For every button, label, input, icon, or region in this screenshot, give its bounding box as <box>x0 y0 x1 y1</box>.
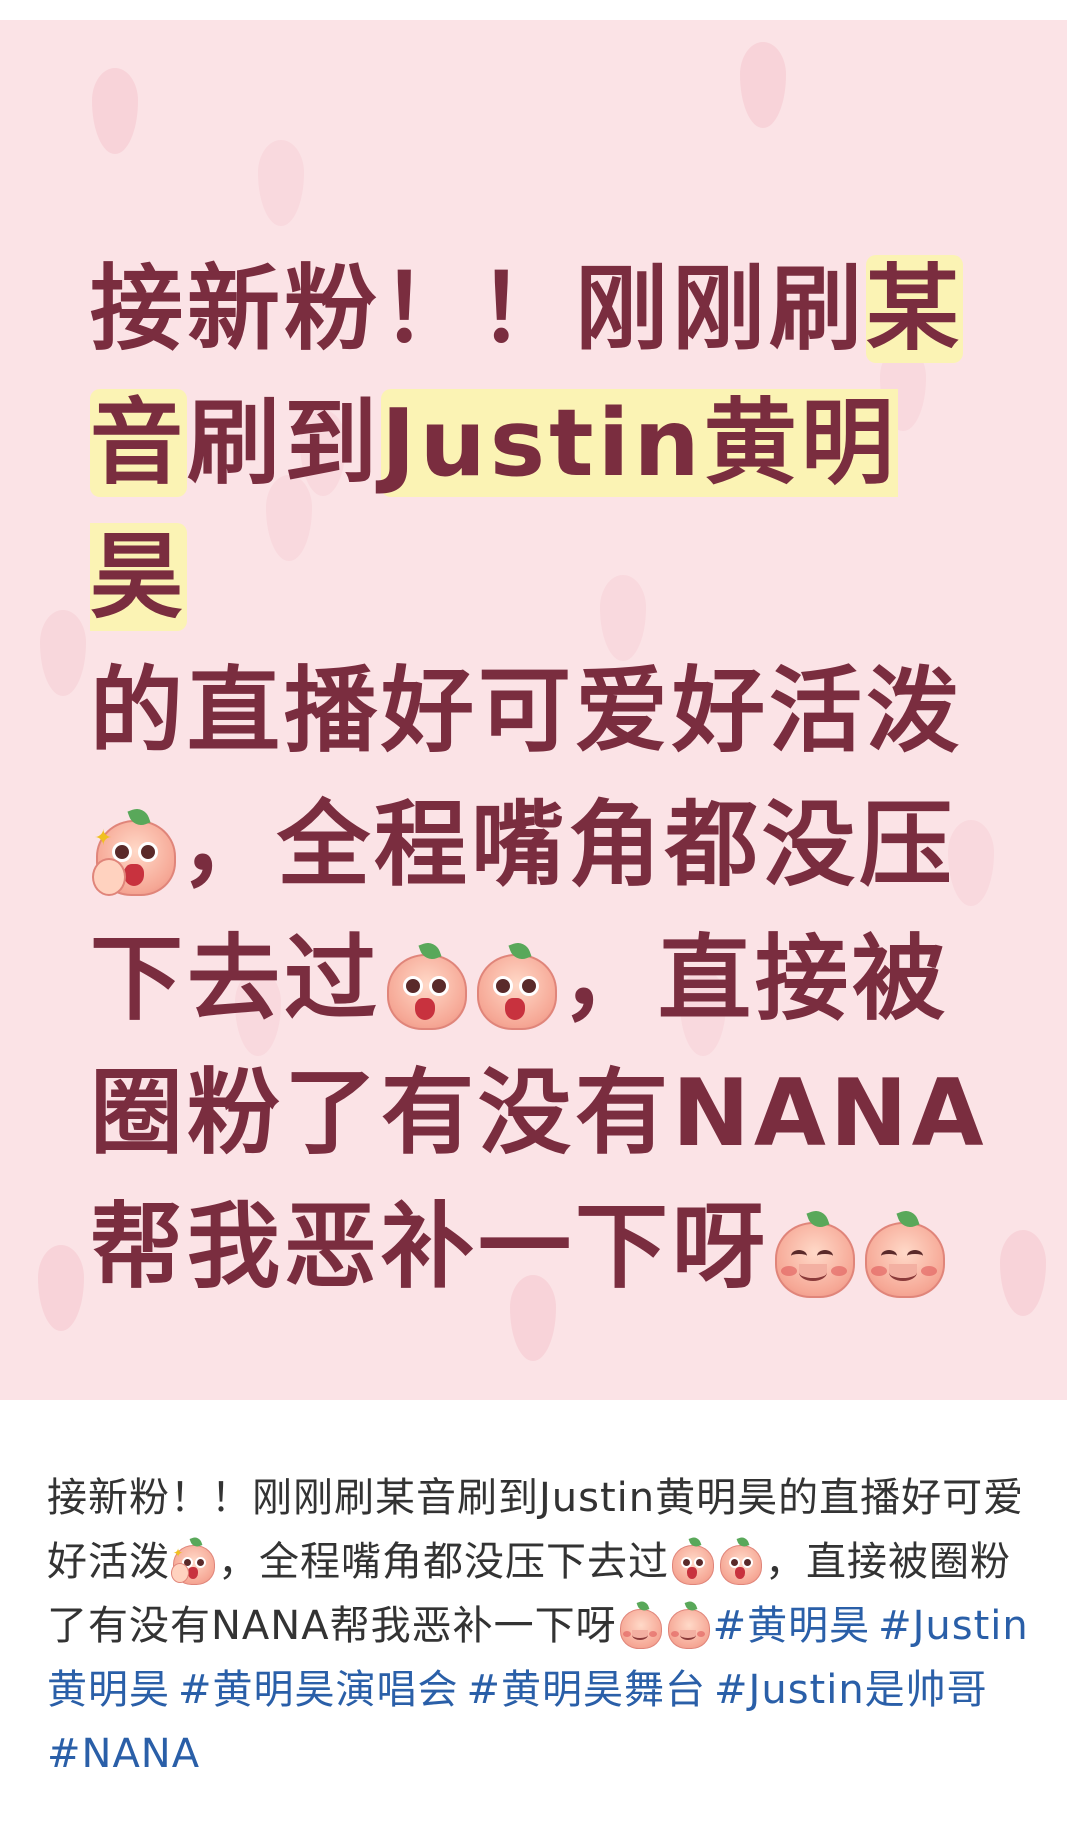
poster-line5a-text: 下去过 <box>90 925 381 1033</box>
top-strip <box>0 0 1079 20</box>
poster-line1-text: 接新粉！！刚刚刷 <box>90 255 866 363</box>
post-caption: 接新粉！！刚刚刷某音刷到Justin黄明昊的直播好可爱好活泼 ✦ ，全程嘴角都没压下… <box>47 1466 1032 1786</box>
drop-decoration <box>92 68 138 154</box>
peach-happy-emoji-icon <box>618 1599 664 1649</box>
peach-shocked-emoji-icon <box>718 1535 764 1585</box>
poster-line: ✦ ，全程嘴角都没压 <box>90 778 990 912</box>
poster-highlight: 音 <box>90 389 187 497</box>
poster-line5b-text: ，直接被 <box>561 925 949 1033</box>
poster-text: 接新粉！！刚刚刷某 音刷到Justin黄明昊 的直播好可爱好活泼 ✦ ，全程嘴角都… <box>90 242 990 1314</box>
drop-decoration <box>40 610 86 696</box>
peach-happy-emoji-icon <box>666 1599 712 1649</box>
poster-line: 帮我恶补一下呀 <box>90 1180 990 1314</box>
drop-decoration <box>1000 1230 1046 1316</box>
peach-shocked-emoji-icon <box>473 939 559 1030</box>
hashtag-link[interactable]: #Justin是帅哥 <box>714 1667 988 1713</box>
poster-line: 下去过 ，直接被 <box>90 912 990 1046</box>
poster-line4-text: ，全程嘴角都没压 <box>180 791 956 899</box>
hashtag-link[interactable]: #黄明昊舞台 <box>467 1667 707 1713</box>
post-image[interactable]: 接新粉！！刚刚刷某 音刷到Justin黄明昊 的直播好可爱好活泼 ✦ ，全程嘴角都… <box>0 20 1067 1400</box>
drop-decoration <box>258 140 304 226</box>
peach-happy-emoji-icon <box>771 1207 857 1298</box>
peach-cool-emoji-icon: ✦ <box>171 1535 217 1585</box>
caption-text: ，全程嘴角都没压下去过 <box>218 1539 669 1585</box>
drop-decoration <box>38 1245 84 1331</box>
peach-happy-emoji-icon <box>861 1207 947 1298</box>
hashtag-link[interactable]: #NANA <box>47 1731 200 1777</box>
hashtag-link[interactable]: #黄明昊演唱会 <box>178 1667 459 1713</box>
poster-line: 圈粉了有没有NANA <box>90 1046 990 1180</box>
poster-line3-text: 的直播好可爱好活泼 <box>90 657 963 765</box>
hashtag-link[interactable]: #黄明昊 <box>713 1603 871 1649</box>
poster-line7-text: 帮我恶补一下呀 <box>90 1193 769 1301</box>
poster-line: 接新粉！！刚刚刷某 <box>90 242 990 376</box>
peach-shocked-emoji-icon <box>383 939 469 1030</box>
peach-shocked-emoji-icon <box>670 1535 716 1585</box>
poster-line: 音刷到Justin黄明昊 <box>90 376 990 644</box>
poster-line: 的直播好可爱好活泼 <box>90 644 990 778</box>
drop-decoration <box>740 42 786 128</box>
poster-highlight: 某 <box>866 255 963 363</box>
peach-cool-emoji-icon: ✦ <box>92 805 178 896</box>
poster-line6-text: 圈粉了有没有NANA <box>90 1059 988 1167</box>
poster-line2-text: 刷到 <box>187 389 381 497</box>
